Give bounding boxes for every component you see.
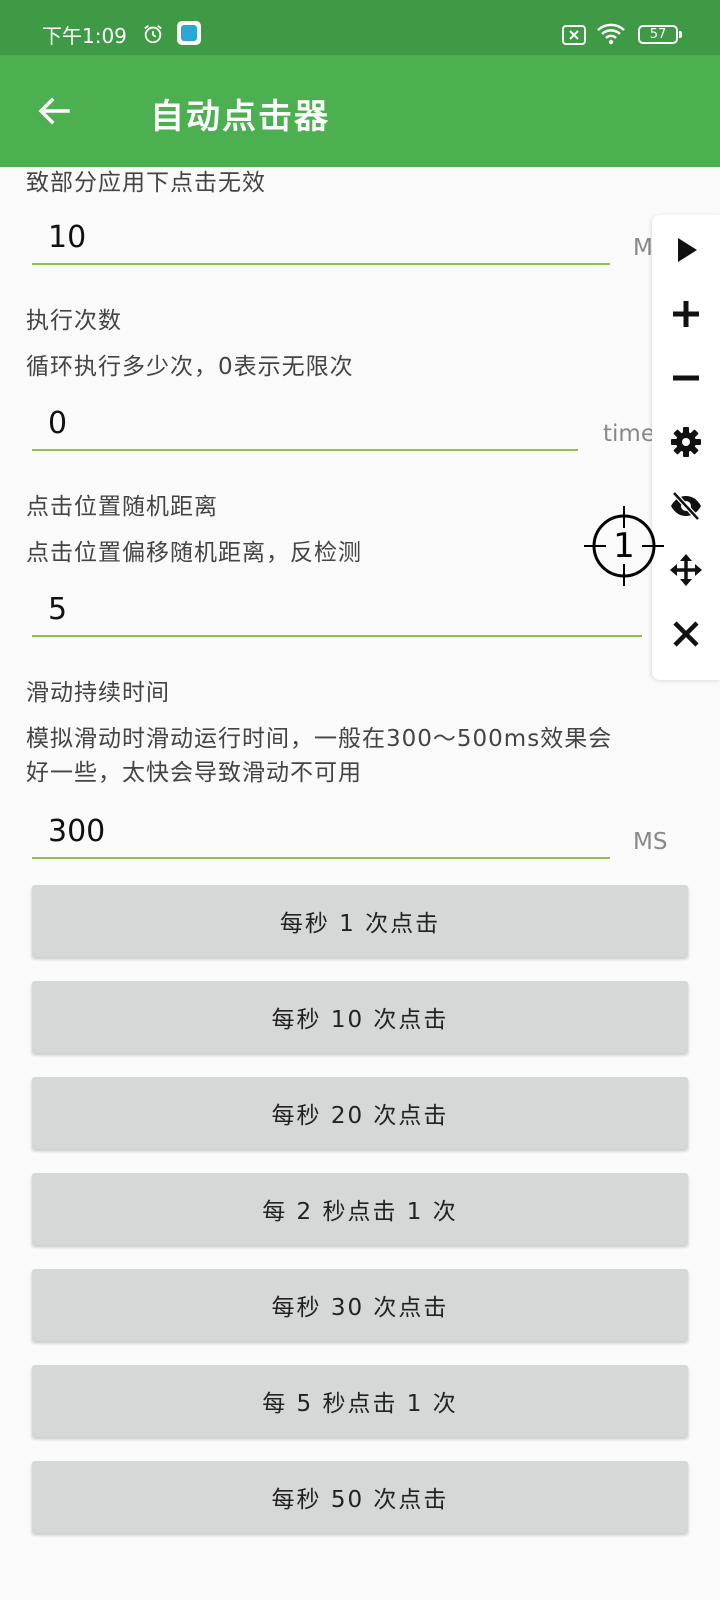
app-notification-icon — [177, 21, 201, 45]
status-time: 下午1:09 — [42, 24, 127, 48]
repeat-count-unit: time — [603, 421, 655, 447]
repeat-count-title: 执行次数 — [26, 308, 122, 334]
random-offset-description: 点击位置偏移随机距离，反检测 — [26, 540, 362, 566]
wifi-icon — [597, 23, 625, 45]
gear-icon[interactable] — [669, 425, 703, 459]
preset-button-2[interactable]: 每秒 10 次点击 — [32, 981, 688, 1053]
click-target-number: 1 — [613, 526, 635, 566]
swipe-duration-value: 300 — [48, 814, 106, 849]
random-offset-title: 点击位置随机距离 — [26, 494, 218, 520]
preset-button-4[interactable]: 每 2 秒点击 1 次 — [32, 1173, 688, 1245]
play-icon[interactable] — [669, 233, 703, 267]
eye-off-icon[interactable] — [669, 489, 703, 523]
page-title: 自动点击器 — [150, 97, 330, 137]
close-icon[interactable] — [669, 617, 703, 651]
swipe-duration-input[interactable]: 300 — [32, 813, 610, 859]
minus-icon[interactable] — [669, 361, 703, 395]
repeat-count-value: 0 — [48, 406, 68, 441]
move-icon[interactable] — [669, 553, 703, 587]
interval-value: 10 — [48, 220, 87, 255]
random-offset-input[interactable]: 5 — [32, 591, 642, 637]
app-bar: 自动点击器 — [0, 55, 720, 167]
random-offset-value: 5 — [48, 592, 68, 627]
swipe-duration-description-line2: 好一些，太快会导致滑动不可用 — [26, 760, 362, 786]
floating-toolbar — [652, 215, 720, 680]
alarm-icon — [144, 25, 162, 44]
preset-button-3[interactable]: 每秒 20 次点击 — [32, 1077, 688, 1149]
interval-input[interactable]: 10 — [32, 219, 610, 265]
settings-list[interactable]: 致部分应用下点击无效 10 MS 执行次数 循环执行多少次，0表示无限次 0 t… — [0, 167, 720, 1600]
repeat-count-input[interactable]: 0 — [32, 405, 578, 451]
preset-button-6[interactable]: 每 5 秒点击 1 次 — [32, 1365, 688, 1437]
swipe-duration-description-line1: 模拟滑动时滑动运行时间，一般在300～500ms效果会 — [26, 726, 613, 752]
plus-icon[interactable] — [669, 297, 703, 331]
battery-icon: 57 — [638, 25, 682, 44]
status-bar: 下午1:09 57 — [0, 0, 720, 55]
repeat-count-description: 循环执行多少次，0表示无限次 — [26, 354, 354, 380]
back-arrow-icon[interactable] — [36, 93, 72, 129]
swipe-duration-title: 滑动持续时间 — [26, 680, 170, 706]
swipe-duration-unit: MS — [633, 829, 668, 855]
interval-description: 致部分应用下点击无效 — [26, 170, 266, 196]
click-target-crosshair[interactable]: 1 — [584, 506, 664, 586]
preset-button-5[interactable]: 每秒 30 次点击 — [32, 1269, 688, 1341]
preset-button-1[interactable]: 每秒 1 次点击 — [32, 885, 688, 957]
no-sim-icon — [562, 25, 586, 45]
preset-button-7[interactable]: 每秒 50 次点击 — [32, 1461, 688, 1533]
